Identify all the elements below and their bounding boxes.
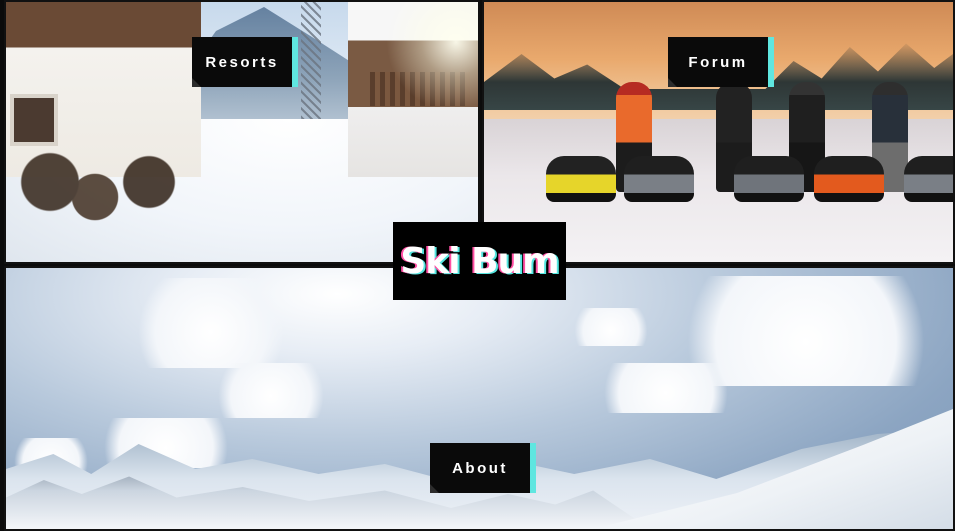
cloud xyxy=(126,278,296,368)
cloud xyxy=(566,308,656,346)
about-link[interactable]: About xyxy=(430,443,536,493)
snowmobile xyxy=(814,156,884,202)
snowmobile xyxy=(904,156,953,202)
chalet-window xyxy=(10,94,58,146)
site-logo[interactable]: Ski Bum xyxy=(393,222,566,300)
snowy-bushes xyxy=(14,142,194,242)
snowmobile xyxy=(734,156,804,202)
cloud xyxy=(586,363,746,413)
resorts-link[interactable]: Resorts xyxy=(192,37,298,87)
sun-glare xyxy=(386,2,478,112)
snowmobile xyxy=(546,156,616,202)
landing-page: Resorts Forum About Ski Bum xyxy=(0,0,955,531)
logo-text: Ski Bum xyxy=(400,240,559,282)
snowmobile xyxy=(624,156,694,202)
cloud xyxy=(206,363,336,418)
forum-link[interactable]: Forum xyxy=(668,37,774,87)
